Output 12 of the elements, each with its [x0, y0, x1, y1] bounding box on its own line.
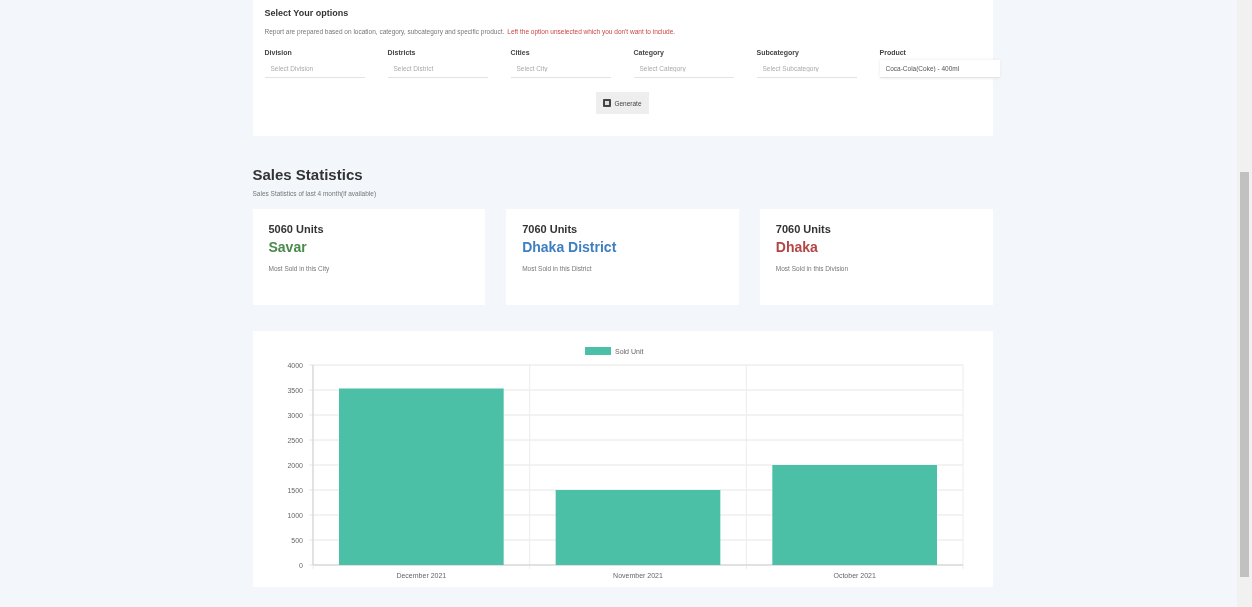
options-title: Select Your options [264, 8, 350, 18]
legend-swatch [584, 347, 611, 355]
units-text: 7060 Units [775, 223, 832, 235]
place-name: Savar [268, 239, 308, 255]
scrollbar[interactable] [1237, 0, 1252, 607]
scrollbar-thumb[interactable] [1240, 172, 1249, 577]
units-text: 5060 Units [268, 223, 325, 235]
square-icon [603, 99, 612, 107]
place-name: Dhaka District [522, 239, 618, 255]
section-title: Sales Statistics [252, 166, 364, 183]
units-text: 7060 Units [522, 223, 579, 235]
place-name: Dhaka [775, 239, 819, 255]
